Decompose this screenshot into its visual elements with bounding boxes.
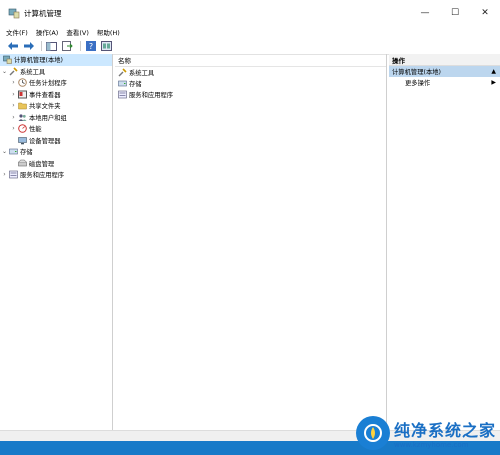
- export-icon: [62, 41, 73, 51]
- menu-help[interactable]: 帮助(H): [97, 27, 120, 37]
- actions-pane: 操作 计算机管理(本地) ▲ 更多操作 ▶: [389, 54, 500, 430]
- list-item-label: 系统工具: [129, 70, 155, 77]
- tree-item-label: 任务计划程序: [29, 80, 67, 88]
- maximize-button[interactable]: ☐: [440, 0, 470, 26]
- storage-icon: [9, 147, 18, 156]
- tree-item-device-manager[interactable]: 设备管理器: [0, 135, 112, 147]
- tree-item-label: 计算机管理(本地): [14, 57, 63, 65]
- help-button[interactable]: ?: [84, 40, 97, 52]
- list-item-system-tools[interactable]: 系统工具: [115, 67, 386, 78]
- computer-management-icon: [8, 7, 20, 19]
- list-item-services-applications[interactable]: 服务和应用程序: [115, 89, 386, 100]
- export-list-button[interactable]: [61, 40, 74, 52]
- chevron-down-icon[interactable]: ⌄: [0, 148, 9, 155]
- help-icon: ?: [85, 41, 96, 51]
- tree-item-label: 事件查看器: [29, 91, 61, 99]
- actions-section-computer-management[interactable]: 计算机管理(本地) ▲: [389, 66, 500, 77]
- computer-management-window: 计算机管理 — ☐ ✕ 文件(F) 操作(A) 查看(V) 帮助(H) ? 计算…: [0, 0, 500, 441]
- close-button[interactable]: ✕: [470, 0, 500, 26]
- menu-action[interactable]: 操作(A): [36, 27, 59, 37]
- back-arrow-icon: [7, 42, 18, 50]
- column-header-name[interactable]: 名称: [115, 54, 386, 67]
- menu-view[interactable]: 查看(V): [66, 27, 89, 37]
- services-icon: [9, 170, 18, 179]
- back-button[interactable]: [6, 40, 19, 52]
- services-icon: [118, 90, 127, 99]
- watermark-logo-icon: [355, 416, 390, 450]
- console-tree-pane: 计算机管理(本地) ⌄ 系统工具 › 任务计划程序 › 事件查看器 › 共享文件…: [0, 54, 113, 430]
- performance-icon: [18, 124, 27, 134]
- storage-icon: [118, 79, 127, 88]
- show-hide-console-tree-button[interactable]: [45, 40, 58, 52]
- tree-item-performance[interactable]: › 性能: [0, 123, 112, 135]
- tree-item-disk-management[interactable]: 磁盘管理: [0, 158, 112, 170]
- details-pane: 名称 系统工具 存储 服务和应用程序: [115, 54, 387, 430]
- chevron-right-icon[interactable]: ›: [9, 79, 18, 86]
- event-viewer-icon: [18, 90, 27, 99]
- tree-item-shared-folders[interactable]: › 共享文件夹: [0, 100, 112, 112]
- watermark: 纯净系统之家 www.kzmyhome.com: [355, 413, 496, 453]
- action-more-actions-label: 更多操作: [405, 80, 431, 87]
- tree-item-label: 磁盘管理: [29, 160, 55, 168]
- list-item-label: 服务和应用程序: [129, 92, 174, 99]
- users-icon: [18, 113, 27, 122]
- action-more-actions[interactable]: 更多操作 ▶: [389, 77, 500, 88]
- shared-folder-icon: [18, 101, 27, 110]
- tree-item-system-tools[interactable]: ⌄ 系统工具: [0, 66, 112, 78]
- minimize-button[interactable]: —: [410, 0, 440, 26]
- chevron-right-icon[interactable]: ›: [9, 102, 18, 109]
- chevron-right-icon[interactable]: ›: [9, 114, 18, 121]
- tree-item-storage[interactable]: ⌄ 存储: [0, 146, 112, 158]
- tree-item-computer-management-local[interactable]: 计算机管理(本地): [0, 54, 112, 66]
- chevron-right-icon[interactable]: ›: [0, 171, 9, 178]
- list-item-storage[interactable]: 存储: [115, 78, 386, 89]
- menu-bar: 文件(F) 操作(A) 查看(V) 帮助(H): [0, 26, 500, 38]
- tree-item-label: 存储: [20, 149, 33, 157]
- tree-item-label: 本地用户和组: [29, 114, 67, 122]
- chevron-right-icon[interactable]: ›: [9, 91, 18, 98]
- collapse-triangle-icon[interactable]: ▲: [491, 68, 496, 75]
- actions-section-label: 计算机管理(本地): [392, 69, 441, 76]
- toolbar: ?: [0, 38, 500, 55]
- title-bar: 计算机管理 — ☐ ✕: [0, 0, 500, 26]
- tree-item-label: 系统工具: [20, 68, 46, 76]
- forward-button[interactable]: [22, 40, 35, 52]
- svg-text:?: ?: [88, 42, 92, 51]
- actions-title: 操作: [389, 54, 500, 66]
- tools-icon: [9, 67, 18, 76]
- properties-icon: [101, 41, 112, 51]
- tree-item-label: 服务和应用程序: [20, 172, 65, 180]
- tree-item-label: 共享文件夹: [29, 103, 61, 111]
- console-tree-icon: [46, 41, 57, 51]
- forward-arrow-icon: [23, 42, 34, 50]
- toolbar-separator: [41, 41, 42, 51]
- chevron-down-icon[interactable]: ⌄: [0, 68, 9, 75]
- clock-icon: [18, 78, 27, 88]
- tree-item-local-users-groups[interactable]: › 本地用户和组: [0, 112, 112, 124]
- tools-icon: [118, 68, 127, 77]
- toolbar-separator: [80, 41, 81, 51]
- tree-item-task-scheduler[interactable]: › 任务计划程序: [0, 77, 112, 89]
- computer-management-icon: [3, 55, 12, 65]
- properties-button[interactable]: [100, 40, 113, 52]
- device-manager-icon: [18, 136, 27, 145]
- disk-management-icon: [18, 159, 27, 168]
- watermark-url: www.kzmyhome.com: [393, 441, 469, 449]
- window-title: 计算机管理: [24, 8, 62, 18]
- submenu-arrow-icon: ▶: [491, 79, 496, 86]
- list-item-label: 存储: [129, 81, 142, 88]
- watermark-name: 纯净系统之家: [393, 421, 496, 440]
- tree-item-label: 设备管理器: [29, 137, 61, 145]
- tree-item-event-viewer[interactable]: › 事件查看器: [0, 89, 112, 101]
- tree-item-services-applications[interactable]: › 服务和应用程序: [0, 169, 112, 181]
- tree-item-label: 性能: [29, 126, 42, 134]
- menu-file[interactable]: 文件(F): [6, 27, 28, 37]
- chevron-right-icon[interactable]: ›: [9, 125, 18, 132]
